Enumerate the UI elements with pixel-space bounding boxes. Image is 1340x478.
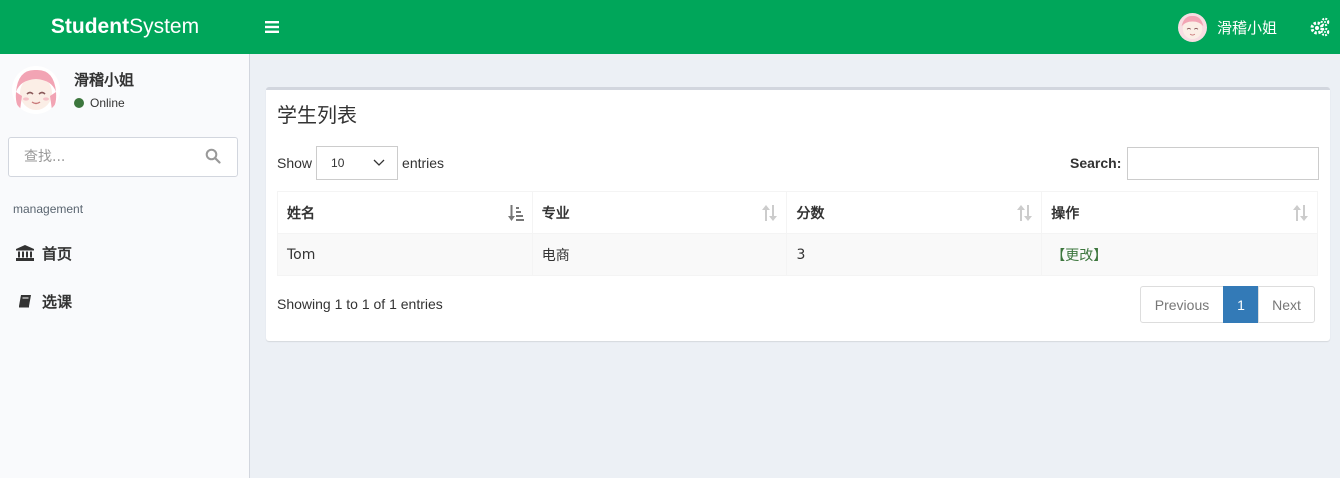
entries-label: entries	[402, 155, 445, 171]
table-search-input[interactable]	[1127, 146, 1320, 180]
avatar	[1178, 12, 1207, 42]
status-text: Online	[90, 96, 125, 110]
sidebar-toggle-icon[interactable]	[262, 17, 282, 37]
table-info: Showing 1 to 1 of 1 entries	[277, 296, 443, 312]
sort-asc-icon	[507, 204, 524, 222]
search-label: Search:	[1070, 155, 1122, 171]
pagination: Previous 1 Next	[1140, 286, 1315, 323]
column-label: 姓名	[287, 205, 315, 222]
previous-page-button[interactable]: Previous	[1140, 286, 1224, 323]
sidebar-item-home[interactable]: 首页	[0, 231, 249, 275]
sidebar: 滑稽小姐 Online management 首页 选课	[0, 54, 250, 478]
brand-bold: Student	[50, 15, 130, 38]
show-label: Show	[277, 155, 313, 171]
user-panel: 滑稽小姐 Online	[12, 66, 242, 118]
cell-major: 电商	[531, 233, 788, 276]
cell-action: 【更改】	[1041, 233, 1318, 276]
student-table: 姓名 专业 分数 操作 Tom 电商 3 【更改】	[277, 191, 1318, 276]
top-navbar: Student System 滑稽小姐	[0, 0, 1340, 54]
book-icon	[16, 292, 34, 310]
column-header-major[interactable]: 专业	[531, 191, 788, 234]
column-header-action[interactable]: 操作	[1041, 191, 1318, 234]
page-length-select[interactable]: 10	[316, 146, 399, 180]
page-length-control: Show 10 entries	[277, 146, 444, 180]
table-header-row: 姓名 专业 分数 操作	[277, 191, 1318, 234]
column-header-score[interactable]: 分数	[786, 191, 1043, 234]
table-row: Tom 电商 3 【更改】	[277, 233, 1318, 276]
page-1-button[interactable]: 1	[1223, 286, 1259, 323]
column-label: 操作	[1051, 205, 1080, 222]
avatar	[12, 66, 60, 114]
header-user-name: 滑稽小姐	[1217, 19, 1278, 37]
chevron-down-icon	[373, 156, 385, 170]
online-dot-icon	[74, 98, 84, 108]
cell-score: 3	[786, 233, 1043, 276]
sidebar-user-name: 滑稽小姐	[74, 72, 135, 89]
sidebar-item-course[interactable]: 选课	[0, 279, 249, 323]
menu-section-header: management	[13, 202, 84, 216]
cell-name: Tom	[277, 233, 533, 276]
sort-both-icon	[1293, 204, 1309, 222]
search-icon[interactable]	[205, 148, 223, 166]
user-menu[interactable]: 滑稽小姐	[1178, 12, 1277, 42]
sort-both-icon	[762, 204, 778, 222]
sidebar-search	[8, 137, 238, 177]
sort-both-icon	[1017, 204, 1033, 222]
bank-icon	[16, 244, 34, 262]
gears-icon[interactable]	[1309, 16, 1331, 38]
sidebar-item-label: 首页	[42, 244, 73, 263]
next-page-button[interactable]: Next	[1258, 286, 1315, 323]
edit-link[interactable]: 【更改】	[1051, 248, 1107, 264]
column-label: 专业	[541, 205, 570, 222]
column-label: 分数	[796, 205, 825, 222]
table-search-control: Search:	[1070, 146, 1320, 180]
status-badge: Online	[74, 96, 125, 110]
brand-logo[interactable]: Student System	[0, 0, 250, 54]
page-length-value: 10	[331, 156, 345, 170]
search-input[interactable]	[9, 138, 199, 176]
student-list-box: 学生列表 Show 10 entries Search: 姓名 专业 分数 操作…	[266, 87, 1330, 341]
page-title: 学生列表	[277, 103, 357, 127]
column-header-name[interactable]: 姓名	[277, 191, 533, 234]
brand-light: System	[129, 15, 200, 38]
sidebar-item-label: 选课	[42, 292, 73, 311]
